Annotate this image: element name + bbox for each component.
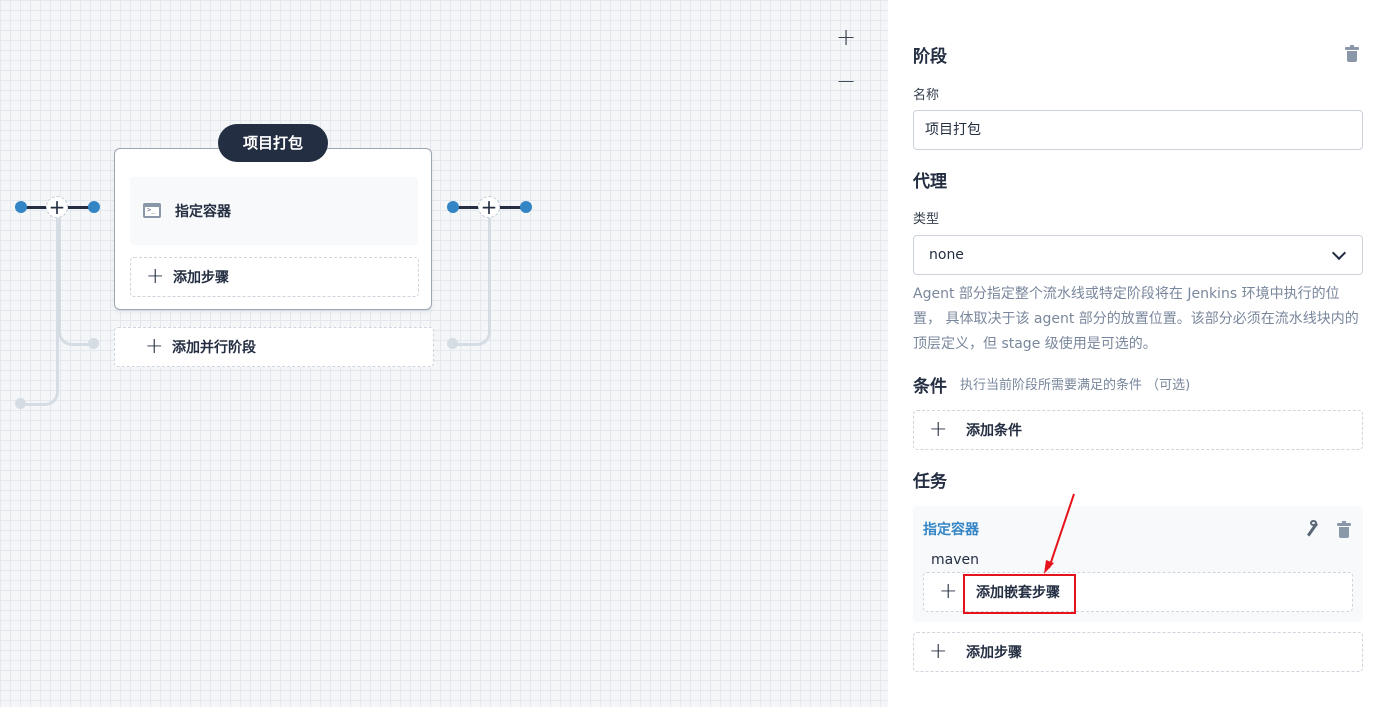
add-condition-label: 添加条件 (966, 423, 1022, 439)
step-label: 指定容器 (175, 204, 231, 220)
connector-node (520, 201, 532, 213)
chevron-down-icon (1331, 245, 1347, 261)
branch-node (88, 338, 99, 349)
branch-node (15, 398, 26, 409)
add-step-button[interactable]: + 添加步骤 (913, 632, 1363, 672)
plus-icon: + (929, 639, 948, 664)
plus-icon: + (929, 417, 948, 442)
add-step-label: 添加步骤 (173, 270, 229, 286)
stage-settings-panel: 阶段 名称 项目打包 代理 类型 none Agent 部分指定整个流水线或特定… (888, 0, 1375, 707)
condition-section-title: 条件 (913, 377, 947, 397)
add-parallel-stage-button[interactable]: + 添加并行阶段 (114, 327, 434, 367)
task-value: maven (931, 552, 979, 568)
agent-section-title: 代理 (913, 172, 947, 192)
branch-line (58, 218, 97, 346)
terminal-icon: >_ (143, 203, 161, 218)
delete-task-icon[interactable] (1337, 521, 1351, 538)
stage-title[interactable]: 项目打包 (218, 124, 328, 162)
add-nested-step-button[interactable]: + 添加嵌套步骤 (923, 572, 1353, 612)
stage-card[interactable]: >_ 指定容器 + 添加步骤 (114, 148, 432, 310)
name-label: 名称 (913, 88, 940, 103)
add-stage-button[interactable]: + (46, 196, 68, 218)
condition-description: 执行当前阶段所需要满足的条件 （可选) (960, 378, 1191, 393)
add-parallel-stage-label: 添加并行阶段 (172, 340, 256, 356)
connector-node (15, 201, 27, 213)
agent-description: Agent 部分指定整个流水线或特定阶段将在 Jenkins 环境中执行的位置，… (913, 286, 1359, 352)
type-label: 类型 (913, 212, 940, 227)
plus-icon: + (939, 579, 958, 604)
add-stage-button[interactable]: + (478, 196, 500, 218)
stage-name-input[interactable]: 项目打包 (913, 110, 1363, 150)
stage-section-title: 阶段 (913, 47, 947, 67)
connector-node (447, 201, 459, 213)
add-step-button[interactable]: + 添加步骤 (130, 257, 419, 297)
connector-node (88, 201, 100, 213)
task-section-title: 任务 (913, 472, 947, 492)
wrench-icon[interactable] (1305, 520, 1319, 538)
plus-icon: + (146, 264, 165, 289)
plus-icon: + (145, 334, 164, 359)
step-item[interactable]: >_ 指定容器 (130, 177, 418, 245)
agent-type-value: none (929, 247, 964, 263)
task-item: 指定容器 maven + 添加嵌套步骤 (913, 506, 1363, 622)
add-step-label: 添加步骤 (966, 645, 1022, 661)
agent-type-select[interactable]: none (913, 235, 1363, 275)
zoom-out-button[interactable]: − (834, 69, 858, 94)
branch-line (452, 218, 491, 346)
branch-node (447, 338, 458, 349)
add-condition-button[interactable]: + 添加条件 (913, 410, 1363, 450)
add-nested-step-label: 添加嵌套步骤 (976, 585, 1060, 601)
delete-stage-icon[interactable] (1345, 45, 1359, 62)
task-name[interactable]: 指定容器 (923, 519, 979, 539)
zoom-in-button[interactable]: + (834, 25, 858, 50)
pipeline-canvas[interactable]: + − + + 项目打包 >_ 指定容器 + 添加步骤 + 添加并行阶段 (0, 0, 888, 707)
